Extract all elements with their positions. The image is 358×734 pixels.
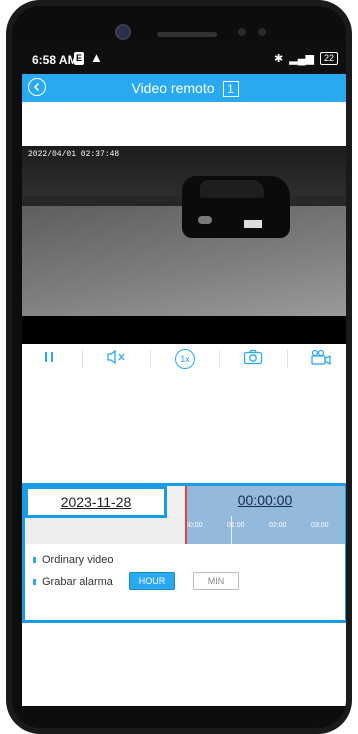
video-timestamp: 2022/04/01 02:37:48 (28, 150, 120, 159)
legend-alarm-label: Grabar alarma (42, 576, 113, 588)
divider (218, 350, 220, 368)
status-bar: 6:58 AM E ▲ ✱ ▂▄▆ 22 (22, 46, 346, 74)
speed-icon: 1x (174, 349, 195, 369)
car-plate (244, 220, 262, 228)
app-bar: Video remoto 1 (22, 74, 346, 102)
sensor (238, 28, 246, 36)
page-title: Video remoto 1 (22, 80, 346, 98)
tick-label: 02:00 (269, 522, 287, 529)
earpiece-speaker (157, 32, 217, 37)
status-time: 6:58 AM (32, 53, 78, 67)
pause-button[interactable] (29, 350, 69, 368)
legend-marker (33, 579, 36, 585)
front-camera (115, 24, 131, 40)
playback-timeline-panel: 2023-11-28 00:00:00 00:00 01:00 02:00 03… (22, 483, 346, 623)
legend-marker (33, 557, 36, 563)
current-time[interactable]: 00:00:00 (185, 492, 345, 508)
tick-label: 03:00 (311, 522, 329, 529)
record-button[interactable] (301, 349, 341, 369)
pause-icon (44, 352, 53, 362)
snapshot-button[interactable] (233, 349, 273, 369)
divider (82, 350, 84, 368)
camera-icon (243, 349, 263, 365)
legend-alarm: Grabar alarma (33, 576, 113, 588)
hour-scale-button[interactable]: HOUR (129, 572, 175, 590)
timeline-cursor[interactable] (185, 486, 187, 544)
car-light (198, 216, 212, 224)
sensor (258, 28, 266, 36)
status-right: ✱ ▂▄▆ 22 (274, 52, 338, 65)
tick-label: 01:00 (227, 522, 245, 529)
speaker-mute-icon (107, 349, 125, 365)
timeline-empty-track (25, 518, 185, 544)
warning-icon: ▲ (90, 50, 103, 65)
mute-button[interactable] (97, 349, 137, 369)
bluetooth-icon: ✱ (274, 53, 284, 65)
timeline-track[interactable]: 00:00:00 00:00 01:00 02:00 03:00 (185, 486, 345, 544)
legend-ordinary: Ordinary video (33, 554, 114, 566)
playback-controls: 1x (22, 344, 346, 374)
legend-ordinary-label: Ordinary video (42, 554, 114, 566)
divider (286, 350, 288, 368)
tick-label: 00:00 (185, 522, 203, 529)
phone-frame: 6:58 AM E ▲ ✱ ▂▄▆ 22 Video remoto 1 2022… (6, 0, 352, 734)
video-player[interactable]: 2022/04/01 02:37:48 (22, 146, 346, 344)
speed-button[interactable]: 1x (165, 349, 205, 369)
divider (150, 350, 152, 368)
tick-labels: 00:00 01:00 02:00 03:00 (185, 522, 345, 534)
page-title-text: Video remoto (131, 80, 215, 96)
car-window (200, 180, 264, 198)
signal-icon: ▂▄▆ (289, 53, 314, 65)
timeline-left-gap (167, 486, 185, 518)
notification-e-icon: E (74, 52, 85, 65)
battery-icon: 22 (319, 52, 338, 65)
video-camera-icon (311, 349, 331, 366)
phone-bezel: 6:58 AM E ▲ ✱ ▂▄▆ 22 Video remoto 1 2022… (12, 6, 346, 728)
screen: 6:58 AM E ▲ ✱ ▂▄▆ 22 Video remoto 1 2022… (22, 46, 346, 706)
video-frame: 2022/04/01 02:37:48 (22, 146, 346, 316)
date-picker[interactable]: 2023-11-28 (25, 486, 167, 518)
channel-selector[interactable]: 1 (222, 81, 239, 98)
car-image (182, 176, 290, 238)
min-scale-button[interactable]: MIN (193, 572, 239, 590)
